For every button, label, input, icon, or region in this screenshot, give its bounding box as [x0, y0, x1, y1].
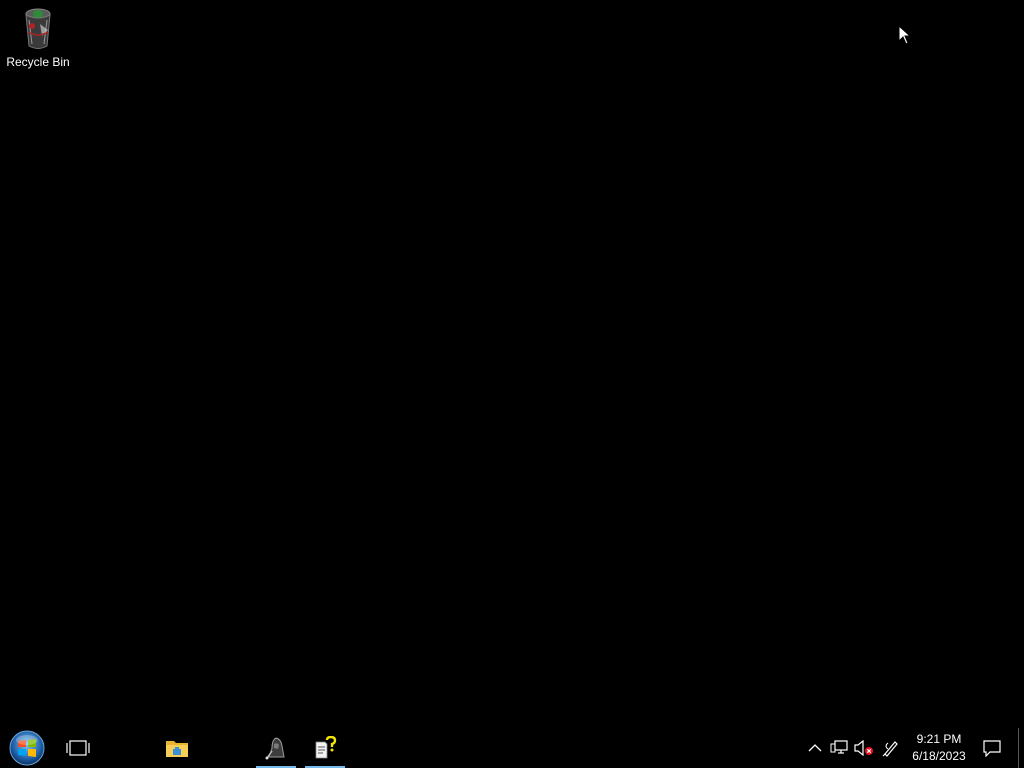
taskbar-app-figure[interactable]	[256, 728, 296, 768]
taskbar-help-document[interactable]	[305, 728, 345, 768]
clock-time: 9:21 PM	[916, 732, 962, 746]
show-hidden-icons-button[interactable]	[804, 728, 826, 768]
pen-workspace-button[interactable]	[880, 728, 902, 768]
recycle-bin-shortcut[interactable]: Recycle Bin	[6, 6, 70, 74]
taskbar-file-explorer[interactable]	[157, 728, 197, 768]
volume-muted-icon	[854, 740, 873, 756]
mouse-pointer-icon	[898, 25, 912, 45]
show-desktop-button[interactable]	[1018, 728, 1024, 768]
app-figure-icon	[265, 737, 285, 760]
clock-date: 6/18/2023	[912, 749, 966, 763]
pen-icon	[882, 741, 898, 757]
action-center-icon	[983, 740, 1001, 757]
task-view-icon	[66, 740, 90, 756]
clock[interactable]: 9:21 PM 6/18/2023	[906, 728, 972, 768]
windows-start-orb-icon	[9, 730, 45, 766]
desktop[interactable]: Recycle Bin	[0, 0, 1024, 728]
volume-button[interactable]	[852, 728, 876, 768]
recycle-bin-label: Recycle Bin	[6, 55, 70, 69]
network-icon	[830, 740, 848, 754]
task-view-button[interactable]	[58, 728, 98, 768]
start-button[interactable]	[6, 728, 48, 768]
recycle-bin-icon	[25, 8, 51, 49]
file-explorer-icon	[166, 741, 188, 757]
network-button[interactable]	[828, 728, 850, 768]
chevron-up-icon	[808, 744, 822, 752]
action-center-button[interactable]	[978, 728, 1006, 768]
help-document-icon	[315, 736, 337, 759]
taskbar: 9:21 PM 6/18/2023	[0, 728, 1024, 768]
